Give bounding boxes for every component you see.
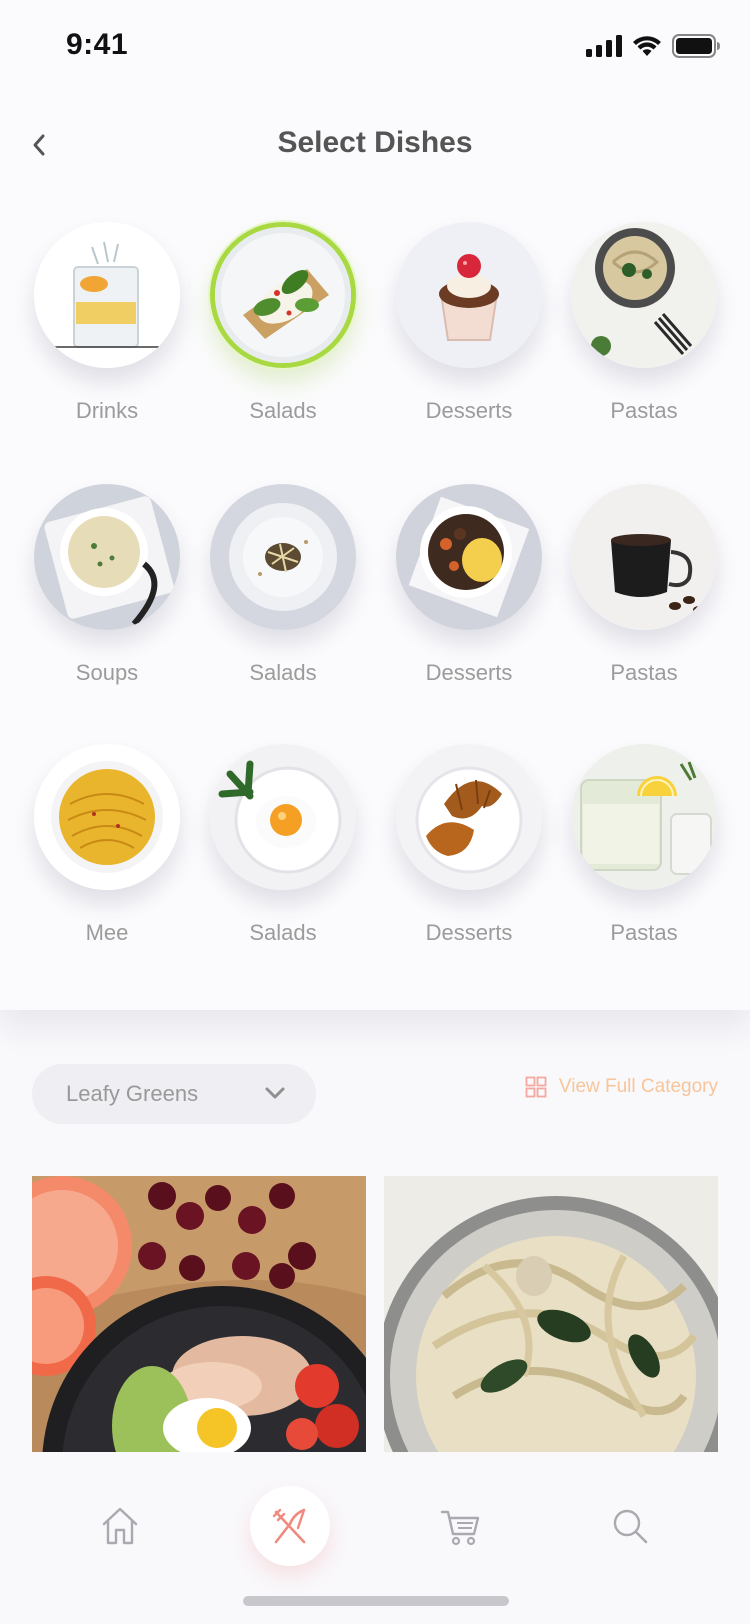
dish-item-desserts[interactable]: Desserts [384, 222, 554, 424]
nav-search[interactable] [590, 1486, 670, 1566]
dish-image-salads-3 [210, 744, 356, 890]
dish-item-salads-2[interactable]: Salads [198, 484, 368, 686]
dish-item-pastas-3[interactable]: Pastas [559, 744, 729, 946]
dish-label: Salads [249, 660, 317, 685]
dish-label: Pastas [610, 398, 678, 423]
dish-label: Desserts [425, 398, 513, 423]
nav-dishes[interactable] [250, 1486, 330, 1566]
dish-label: Salads [249, 920, 317, 945]
page-title: Select Dishes [277, 126, 473, 159]
dish-image-pastas-3 [571, 744, 717, 890]
dish-item-pastas-2[interactable]: Pastas [559, 484, 729, 686]
search-icon [613, 1509, 648, 1544]
home-icon [102, 1507, 138, 1545]
dish-label: Drinks [75, 398, 139, 423]
view-full-category-label: View Full Category [558, 1076, 718, 1097]
dish-label: Soups [75, 660, 139, 685]
dish-item-salads-3[interactable]: Salads [198, 744, 368, 946]
dish-label: Pastas [610, 920, 678, 945]
dish-label: Salads [249, 398, 317, 423]
dish-label: Pastas [610, 660, 678, 685]
cart-icon [440, 1510, 480, 1546]
dish-selector-panel: 9:41 Select Dishes Drinks Salads Dessert… [0, 0, 750, 1010]
dish-image-salads-2 [210, 484, 356, 630]
home-indicator [243, 1596, 509, 1606]
food-card-salad[interactable] [32, 1176, 366, 1452]
status-time: 9:41 [66, 28, 129, 61]
food-card-image [32, 1176, 366, 1452]
battery-icon [672, 34, 720, 58]
dish-image-drinks [34, 222, 180, 368]
fork-knife-icon [272, 1508, 306, 1544]
dish-label: Desserts [425, 660, 513, 685]
category-dropdown-value: Leafy Greens [66, 1081, 199, 1106]
dish-label: Desserts [425, 920, 513, 945]
dish-image-desserts-2 [396, 484, 542, 630]
dish-image-desserts [396, 222, 542, 368]
dish-item-soups[interactable]: Soups [22, 484, 192, 686]
food-card-pasta[interactable] [384, 1176, 718, 1452]
view-full-category-link[interactable]: View Full Category [525, 1076, 718, 1098]
nav-cart[interactable] [420, 1486, 500, 1566]
dish-image-desserts-3 [396, 744, 542, 890]
status-icons [586, 34, 720, 58]
food-card-image [384, 1176, 718, 1452]
dish-item-desserts-3[interactable]: Desserts [384, 744, 554, 946]
cellular-signal-icon [586, 35, 622, 57]
dish-item-salads[interactable]: Salads [198, 222, 368, 424]
grid-icon [525, 1076, 547, 1098]
dish-item-drinks[interactable]: Drinks [22, 222, 192, 424]
wifi-icon [632, 35, 662, 57]
dish-item-pastas[interactable]: Pastas [559, 222, 729, 424]
dish-image-soups [34, 484, 180, 630]
status-bar: 9:41 [0, 0, 750, 92]
dish-image-mee [34, 744, 180, 890]
dish-label: Mee [85, 920, 129, 945]
dish-item-mee[interactable]: Mee [22, 744, 192, 946]
dish-image-pastas-2 [571, 484, 717, 630]
dish-image-salads-selected [210, 222, 356, 368]
dish-image-pastas [571, 222, 717, 368]
nav-home[interactable] [80, 1486, 160, 1566]
category-dropdown[interactable]: Leafy Greens [32, 1064, 316, 1124]
chevron-down-icon [265, 1087, 285, 1099]
dish-item-desserts-2[interactable]: Desserts [384, 484, 554, 686]
